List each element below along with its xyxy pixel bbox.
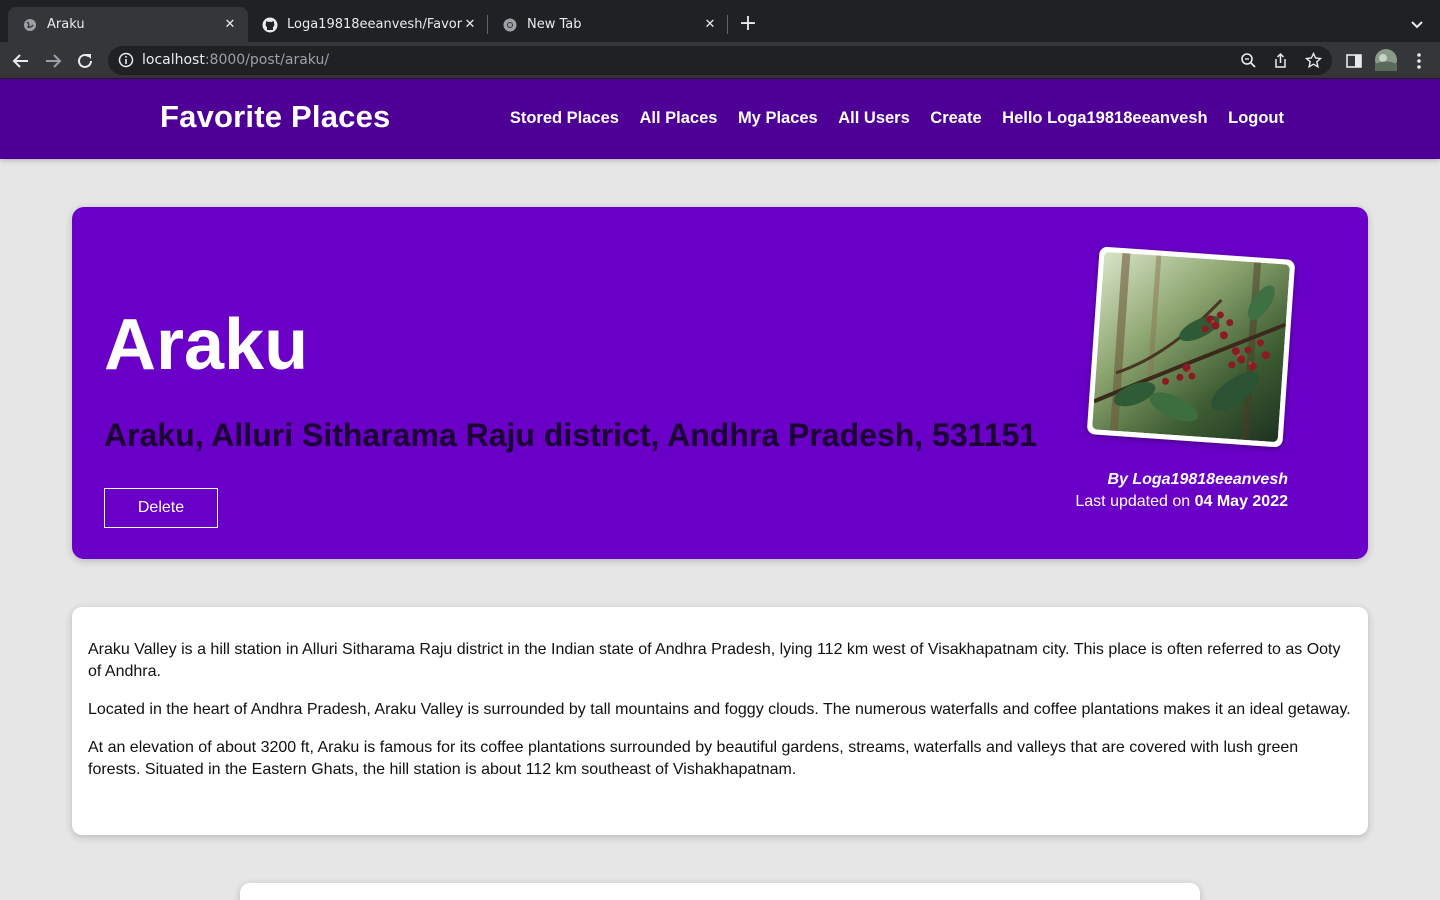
new-tab-plus-icon[interactable]: + — [737, 13, 759, 36]
post-updated: Last updated on 04 May 2022 — [1075, 491, 1288, 513]
tab-new-tab[interactable]: New Tab ✕ — [488, 7, 728, 42]
chrome-icon — [502, 17, 518, 33]
post-title: Araku — [104, 305, 309, 385]
site-header: Favorite Places Stored Places All Places… — [0, 79, 1440, 159]
delete-button[interactable]: Delete — [104, 488, 218, 528]
tab-divider — [727, 15, 728, 34]
tab-title: Araku — [47, 17, 85, 32]
post-description-card: Araku Valley is a hill station in Alluri… — [72, 607, 1368, 835]
profile-avatar[interactable] — [1375, 49, 1397, 71]
tab-title: New Tab — [527, 17, 582, 32]
main-nav: Stored Places All Places My Places All U… — [489, 109, 1284, 128]
share-icon[interactable] — [1272, 52, 1289, 69]
bookmark-star-icon[interactable] — [1304, 51, 1323, 69]
url-path: :8000/post/araku/ — [204, 52, 330, 68]
post-author: By Loga19818eeanvesh — [1107, 471, 1288, 488]
back-arrow-icon[interactable] — [8, 48, 34, 74]
nav-stored-places[interactable]: Stored Places — [510, 109, 619, 128]
side-panel-icon[interactable] — [1344, 51, 1364, 71]
url-text: localhost:8000/post/araku/ — [142, 52, 329, 68]
reload-icon[interactable] — [72, 48, 98, 74]
nav-create[interactable]: Create — [930, 109, 981, 128]
url-host: localhost — [142, 52, 205, 68]
tab-title: Loga19818eeanvesh/Favorite_Places — [287, 17, 462, 32]
description-paragraph: Araku Valley is a hill station in Alluri… — [88, 641, 1341, 680]
forward-arrow-icon[interactable] — [40, 48, 66, 74]
nav-all-users[interactable]: All Users — [838, 109, 910, 128]
tab-github[interactable]: Loga19818eeanvesh/Favorite_Places ✕ — [248, 7, 488, 42]
close-icon[interactable]: ✕ — [462, 17, 478, 33]
close-icon[interactable]: ✕ — [222, 17, 238, 33]
next-card-partial — [240, 883, 1200, 900]
nav-logout[interactable]: Logout — [1228, 109, 1284, 128]
globe-icon — [22, 17, 38, 33]
tab-araku[interactable]: Araku ✕ — [8, 7, 248, 42]
close-icon[interactable]: ✕ — [702, 17, 718, 33]
post-meta: By Loga19818eeanvesh Last updated on 04 … — [1075, 469, 1288, 513]
zoom-icon[interactable] — [1240, 52, 1257, 69]
chevron-down-icon[interactable] — [1406, 14, 1428, 36]
browser-tab-bar: Araku ✕ Loga19818eeanvesh/Favorite_Place… — [0, 0, 1440, 42]
address-bar[interactable]: localhost:8000/post/araku/ — [108, 46, 1332, 75]
post-hero-card: Araku Araku, Alluri Sitharama Raju distr… — [72, 207, 1368, 559]
place-photo — [1086, 246, 1296, 448]
nav-my-places[interactable]: My Places — [738, 109, 818, 128]
description-paragraph: At an elevation of about 3200 ft, Araku … — [88, 739, 1299, 778]
nav-all-places[interactable]: All Places — [639, 109, 717, 128]
nav-user-greeting[interactable]: Hello Loga19818eeanvesh — [1002, 109, 1207, 128]
updated-label: Last updated on — [1075, 493, 1195, 510]
site-logo[interactable]: Favorite Places — [160, 99, 390, 135]
more-menu-icon[interactable] — [1409, 51, 1429, 71]
updated-date: 04 May 2022 — [1194, 493, 1288, 510]
post-address: Araku, Alluri Sitharama Raju district, A… — [104, 417, 1038, 453]
description-paragraph: Located in the heart of Andhra Pradesh, … — [88, 701, 1351, 718]
github-icon — [262, 17, 278, 33]
browser-toolbar: localhost:8000/post/araku/ — [0, 42, 1440, 79]
site-info-icon[interactable] — [118, 52, 134, 68]
coffee-plant-image — [1092, 251, 1290, 443]
